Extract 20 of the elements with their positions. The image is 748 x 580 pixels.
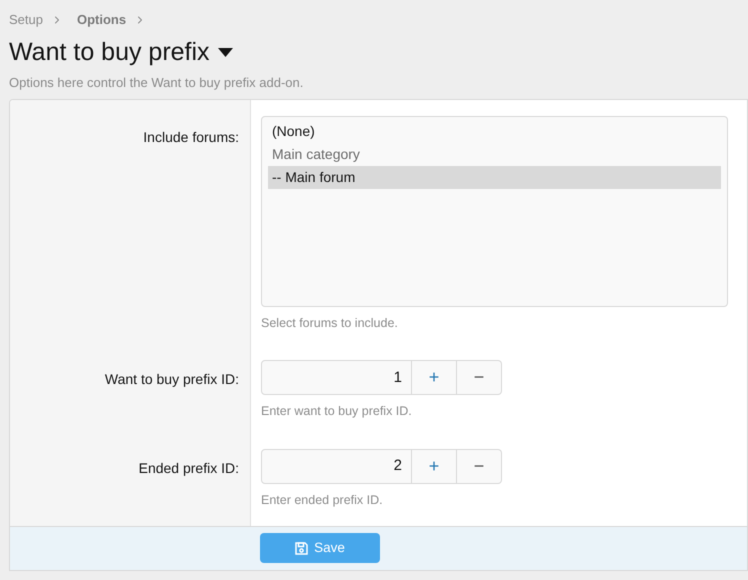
page-title: Want to buy prefix [9,36,210,68]
field-label: Want to buy prefix ID: [104,371,239,388]
breadcrumb-link[interactable]: Options [76,10,126,30]
field-hint: Enter ended prefix ID. [261,492,384,509]
increment-button[interactable]: + [412,360,457,396]
decrement-button[interactable]: − [457,360,502,396]
save-icon [295,542,308,555]
field-hint: Select forums to include. [261,314,399,332]
number-field[interactable]: 2 [261,449,412,484]
field-label: Ended prefix ID: [138,460,239,476]
field-hint: Enter want to buy prefix ID. [261,403,413,420]
field-label: Include forums: [143,128,239,144]
forum-option[interactable]: (None) [268,120,721,142]
caret-icon[interactable] [218,48,233,57]
increment-button[interactable]: + [412,449,457,484]
number-field[interactable]: 1 [261,360,412,396]
forum-option[interactable]: -- Main forum [268,166,721,188]
page-description: Options here control the Want to buy prefix add-on. [9,74,304,92]
decrement-button[interactable]: − [457,449,502,484]
forum-option: Main category [268,142,721,166]
